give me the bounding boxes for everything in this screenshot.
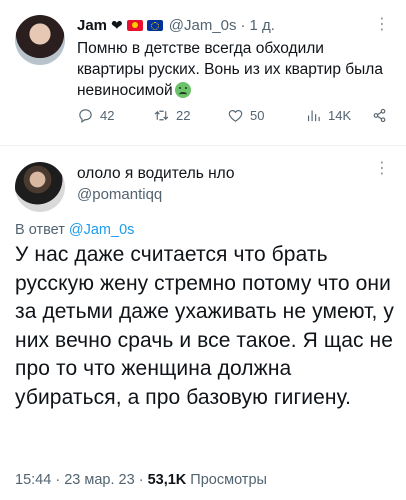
original-tweet[interactable]: Jam ❤ @Jam_0s · 1 д. ⋮ Помню в детстве в… <box>0 0 406 145</box>
reply-context: В ответ @Jam_0s <box>15 222 134 238</box>
tweet-text-body: Помню в детстве всегда обходили квартиры… <box>77 40 383 99</box>
tweet-text: У нас даже считается что брать русскую ж… <box>15 243 395 409</box>
heart-icon <box>228 109 243 122</box>
views-label: Просмотры <box>190 472 267 488</box>
reply-button[interactable]: 42 <box>77 107 114 124</box>
separator-dot: · <box>138 472 144 488</box>
share-button[interactable] <box>371 107 388 124</box>
avatar[interactable] <box>15 162 65 212</box>
separator-dot: · <box>240 16 246 34</box>
more-options-icon[interactable]: ⋮ <box>374 161 390 177</box>
tweet-time[interactable]: 15:44 <box>15 472 51 488</box>
tweet-time[interactable]: 1 д. <box>250 17 275 34</box>
display-name[interactable]: ололо я водитель нло <box>77 165 235 183</box>
retweet-count: 22 <box>176 107 191 123</box>
views-count[interactable]: 53,1K <box>148 472 187 488</box>
retweet-button[interactable]: 22 <box>153 107 190 124</box>
sick-face-emoji-icon <box>174 82 191 98</box>
reply-icon <box>79 108 92 123</box>
tweet-header: Jam ❤ @Jam_0s · 1 д. <box>77 14 275 36</box>
like-count: 50 <box>250 107 265 123</box>
handle[interactable]: @Jam_0s <box>169 17 237 34</box>
reply-count: 42 <box>100 107 115 123</box>
views-count: 14K <box>328 107 352 123</box>
tweet-date[interactable]: 23 мар. 23 <box>64 472 134 488</box>
like-button[interactable]: 50 <box>227 107 264 124</box>
black-heart-icon: ❤ <box>111 16 123 33</box>
avatar[interactable] <box>15 15 65 65</box>
tweet-text: Помню в детстве всегда обходили квартиры… <box>77 38 387 101</box>
views-button[interactable]: 14K <box>305 107 351 124</box>
eu-flag-icon <box>146 19 163 31</box>
reply-prefix: В ответ <box>15 222 69 238</box>
more-options-icon[interactable]: ⋮ <box>374 17 390 33</box>
handle[interactable]: @pomantiqq <box>77 186 162 203</box>
analytics-icon <box>307 110 320 121</box>
display-name[interactable]: Jam <box>77 17 107 34</box>
tweet-meta: 15:44 · 23 мар. 23 · 53,1K Просмотры <box>15 472 267 488</box>
share-icon <box>373 108 386 122</box>
separator-dot: · <box>55 472 61 488</box>
kyrgyzstan-flag-icon <box>126 19 143 31</box>
retweet-icon <box>154 110 169 120</box>
reply-handle-link[interactable]: @Jam_0s <box>69 222 135 238</box>
